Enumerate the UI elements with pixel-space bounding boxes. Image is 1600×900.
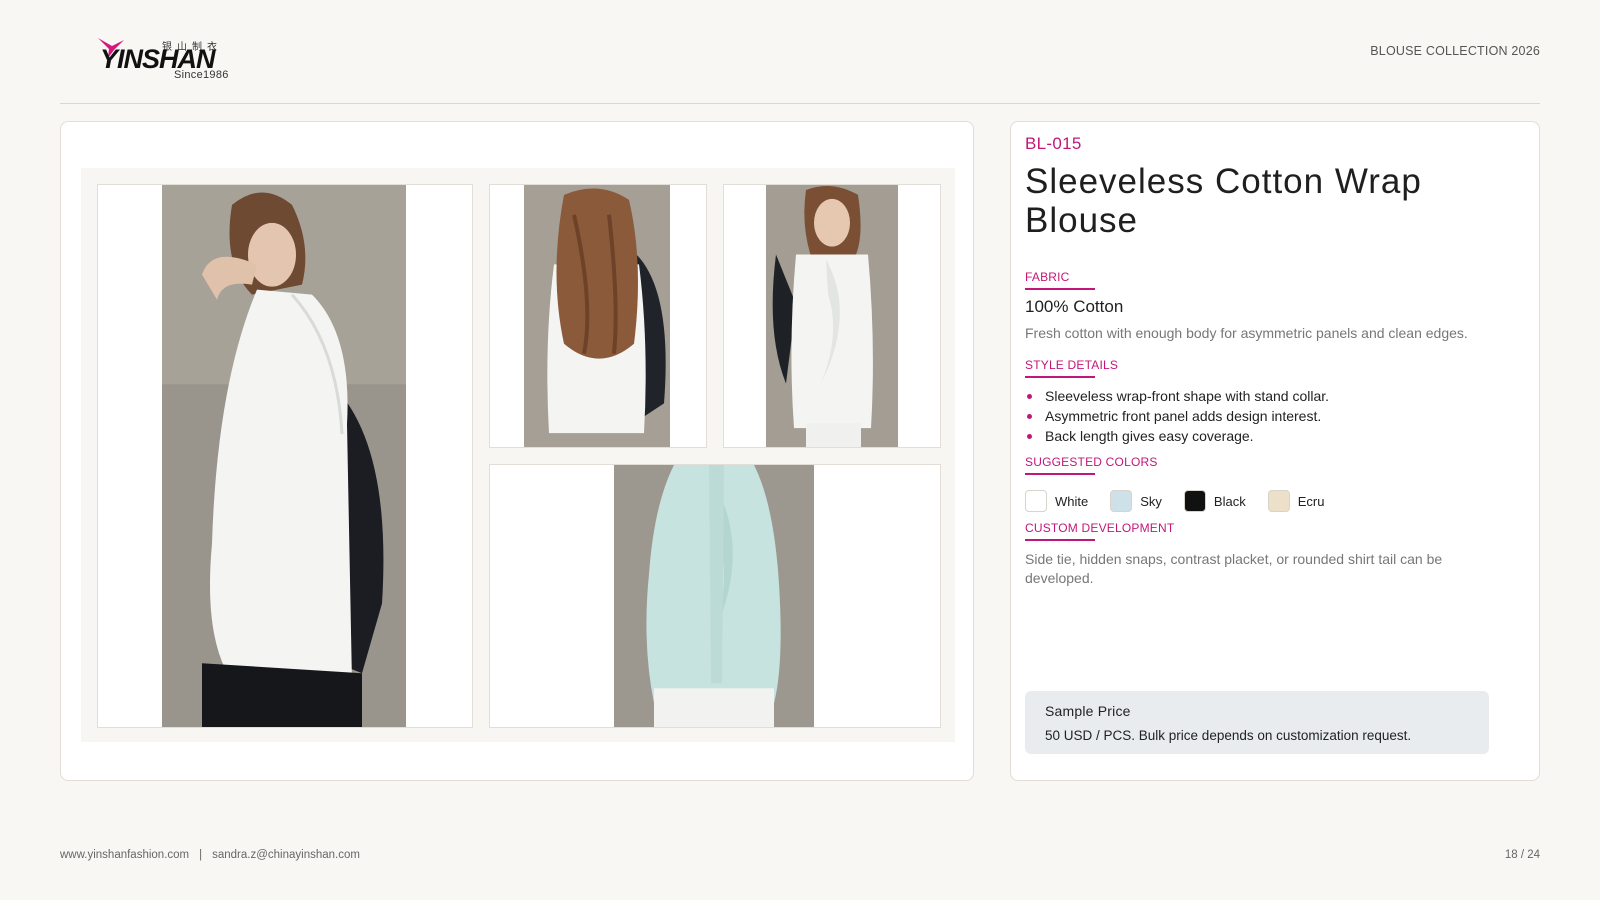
- fabric-heading: FABRIC: [1025, 270, 1095, 290]
- color-label: Sky: [1140, 493, 1162, 509]
- color-swatch: [1267, 490, 1290, 512]
- sample-price-box: Sample Price 50 USD / PCS. Bulk price de…: [1025, 691, 1489, 754]
- footer-separator: |: [199, 849, 203, 861]
- photo-frame-front-sky[interactable]: [489, 464, 941, 728]
- color-option-ecru[interactable]: Ecru: [1267, 490, 1325, 512]
- model-front-view-photo: [766, 185, 898, 447]
- model-front-view-sky-photo: [614, 465, 814, 727]
- color-option-black[interactable]: Black: [1183, 490, 1246, 512]
- suggested-colors-heading: SUGGESTED COLORS: [1025, 455, 1158, 475]
- product-title: Sleeveless Cotton Wrap Blouse: [1025, 162, 1422, 240]
- model-back-view-photo: [524, 185, 670, 447]
- price-title: Sample Price: [1045, 703, 1131, 719]
- fabric-description: Fresh cotton with enough body for asymme…: [1025, 325, 1468, 341]
- collection-title: BLOUSE COLLECTION 2026: [1370, 44, 1540, 58]
- price-detail: 50 USD / PCS. Bulk price depends on cust…: [1045, 728, 1412, 743]
- color-swatch: [1183, 490, 1206, 512]
- logo-since: Since1986: [174, 69, 229, 81]
- photo-frame-back[interactable]: [489, 184, 707, 448]
- style-details-list: Sleeveless wrap-front shape with stand c…: [1025, 386, 1329, 446]
- color-label: Ecru: [1297, 493, 1325, 509]
- color-label: White: [1055, 493, 1089, 509]
- email-link[interactable]: sandra.z@chinayinshan.com: [212, 849, 360, 861]
- color-option-white[interactable]: White: [1025, 490, 1088, 512]
- product-code: BL-015: [1025, 134, 1082, 153]
- list-item: Asymmetric front panel adds design inter…: [1025, 406, 1329, 426]
- page-number: 18 / 24: [1504, 849, 1540, 861]
- image-panel: [60, 121, 974, 781]
- footer-contact: www.yinshanfashion.com | sandra.z@chinayin…: [60, 849, 360, 861]
- product-info-panel: BL-015 Sleeveless Cotton Wrap Blouse FAB…: [1010, 121, 1540, 781]
- color-option-sky[interactable]: Sky: [1110, 490, 1162, 512]
- photo-gallery: [81, 168, 955, 742]
- model-side-view-photo: [162, 185, 406, 727]
- color-swatch: [1110, 490, 1133, 512]
- brand-logo: 银山制衣 YINSHAN Since1986: [98, 34, 238, 86]
- list-item: Back length gives easy coverage.: [1025, 426, 1329, 446]
- color-swatch: [1025, 490, 1047, 512]
- color-swatches: White Sky Black Ecru: [1025, 490, 1346, 512]
- custom-development-description: Side tie, hidden snaps, contrast placket…: [1025, 551, 1443, 586]
- custom-development-heading: CUSTOM DEVELOPMENT: [1025, 521, 1174, 541]
- style-details-heading: STYLE DETAILS: [1025, 358, 1118, 378]
- photo-frame-front[interactable]: [723, 184, 941, 448]
- photo-frame-side[interactable]: [97, 184, 473, 728]
- fabric-value: 100% Cotton: [1025, 297, 1124, 316]
- list-item: Sleeveless wrap-front shape with stand c…: [1025, 386, 1329, 406]
- header-divider: [60, 103, 1540, 104]
- color-label: Black: [1213, 493, 1246, 509]
- website-link[interactable]: www.yinshanfashion.com: [60, 849, 189, 861]
